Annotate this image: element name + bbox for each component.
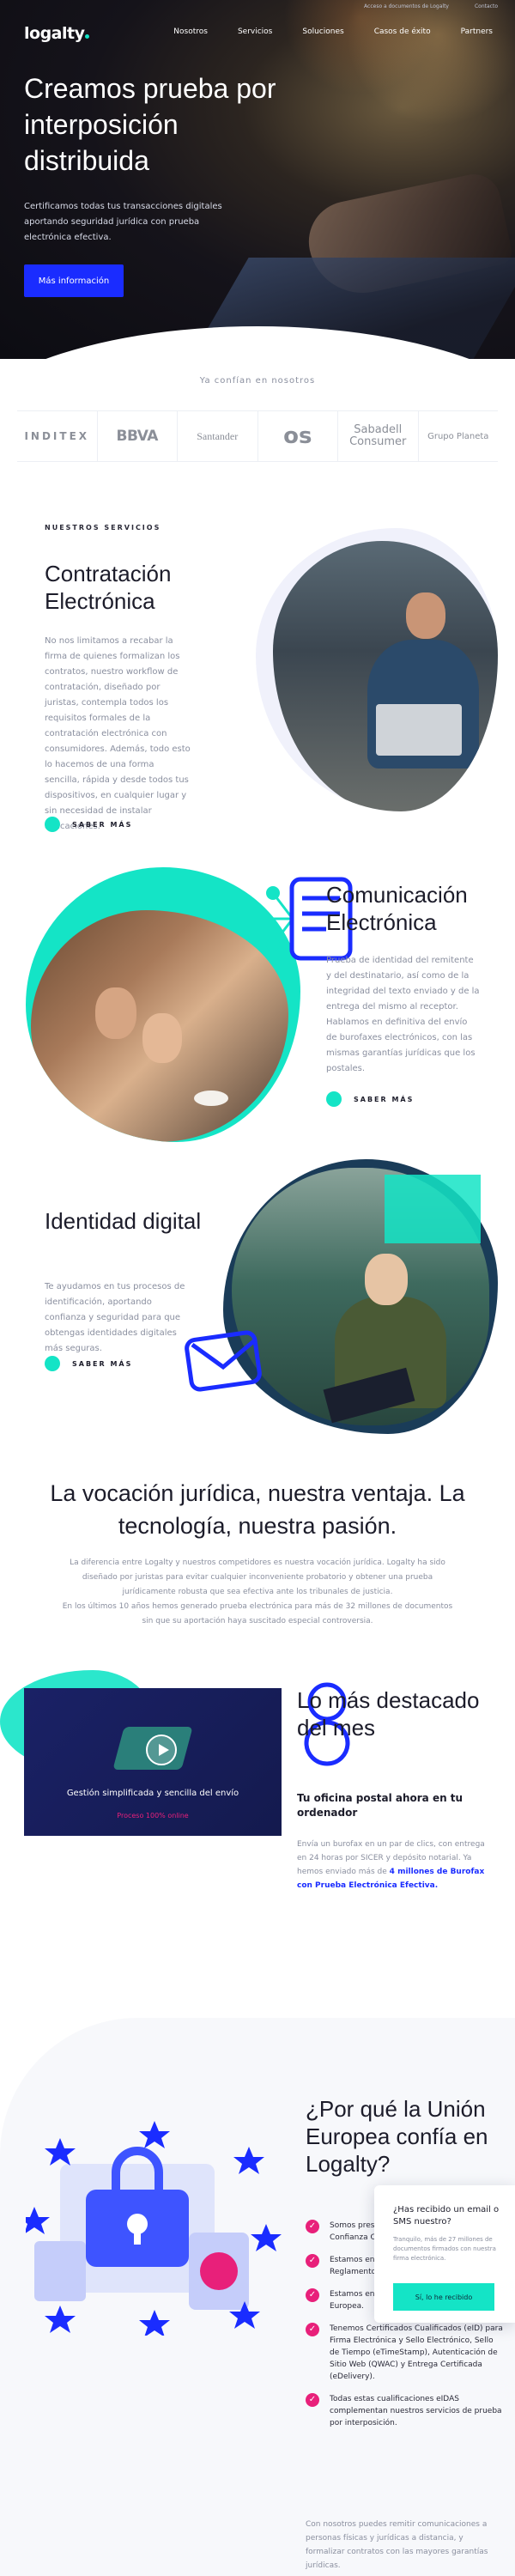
man-face — [95, 987, 136, 1039]
logalty-logo[interactable]: logalty — [24, 24, 90, 43]
featured-title: Lo más destacado del mes — [297, 1687, 480, 1741]
service-text-communication: Prueba de identidad del remitente y del … — [326, 956, 480, 1073]
nav-item-partners[interactable]: Partners — [461, 27, 493, 36]
eu-text: Con nosotros puedes remitir comunicacion… — [306, 2520, 488, 2570]
eu-security-illustration — [26, 2121, 282, 2336]
nav-item-nosotros[interactable]: Nosotros — [173, 27, 208, 36]
teal-square-decoration — [385, 1175, 481, 1243]
communication-photo — [31, 910, 288, 1142]
eu-check-text: Todas estas cualificaciones eIDAS comple… — [330, 2395, 502, 2427]
logo-santander: Santander — [178, 411, 258, 461]
more-info-button[interactable]: Más información — [24, 264, 124, 297]
check-icon: ✓ — [306, 2254, 319, 2268]
check-icon: ✓ — [306, 2393, 319, 2407]
featured-subtitle: Tu oficina postal ahora en tu ordenador — [297, 1792, 464, 1819]
hero-subtitle: Certificamos todas tus transacciones dig… — [24, 202, 222, 242]
logo-planeta: Grupo Planeta — [427, 431, 489, 441]
envelope-icon — [185, 1330, 262, 1392]
services-kicker: NUESTROS SERVICIOS — [45, 524, 161, 532]
topbar-documents-link[interactable]: Acceso a documentos de Logalty — [364, 3, 449, 9]
vocation-text-1: La diferencia entre Logalty y nuestros c… — [70, 1558, 445, 1596]
logo-inditex: INDITEX — [17, 411, 98, 461]
laptop-image — [376, 704, 462, 756]
eu-check-item: ✓ Todas estas cualificaciones eIDAS compl… — [306, 2393, 503, 2429]
vocation-title: La vocación jurídica, nuestra ventaja. L… — [50, 1480, 465, 1539]
service-more-communication[interactable]: SABER MÁS — [326, 1091, 414, 1107]
nav-item-soluciones[interactable]: Soluciones — [302, 27, 343, 36]
service-more-contract[interactable]: SABER MÁS — [45, 817, 132, 832]
nav-item-servicios[interactable]: Servicios — [238, 27, 272, 36]
service-more-label: SABER MÁS — [72, 1359, 133, 1368]
eu-title: ¿Por qué la Unión Europea confía en Loga… — [306, 2096, 488, 2177]
contract-image-blob — [256, 528, 498, 811]
man-head — [406, 592, 445, 639]
hero-section: Acceso a documentos de Logalty Contacto … — [0, 0, 515, 359]
service-more-identity[interactable]: SABER MÁS — [45, 1356, 132, 1371]
service-title-communication: Comunicación Electrónica — [326, 882, 468, 935]
popup-received-button[interactable]: Sí, lo he recibido — [393, 2283, 494, 2311]
trust-title: Ya confían en nosotros — [199, 376, 316, 386]
topbar-contact-link[interactable]: Contacto — [475, 3, 498, 9]
video-caption: Gestión simplificada y sencilla del enví… — [66, 1789, 239, 1798]
check-icon: ✓ — [306, 2323, 319, 2336]
logo-dot — [85, 34, 90, 39]
service-title-contract: Contratación Electrónica — [45, 561, 172, 614]
eu-check-text: Tenemos Certificados Cualificados (eID) … — [330, 2324, 503, 2381]
logo-os: os — [258, 411, 338, 461]
more-dot-icon — [326, 1091, 342, 1107]
service-more-label: SABER MÁS — [354, 1095, 415, 1103]
vocation-text-2: En los últimos 10 años hemos generado pr… — [62, 1602, 453, 1625]
play-icon[interactable] — [146, 1735, 177, 1765]
check-icon: ✓ — [306, 2288, 319, 2302]
check-icon: ✓ — [306, 2220, 319, 2233]
popup-text: Tranquilo, más de 27 millones de documen… — [393, 2236, 496, 2262]
logo-text: logalty — [24, 24, 85, 43]
hero-title: Creamos prueba por interposición distrib… — [24, 73, 276, 176]
service-more-label: SABER MÁS — [72, 820, 133, 829]
video-player[interactable]: Gestión simplificada y sencilla del enví… — [24, 1688, 282, 1836]
received-email-popup: ¿Has recibido un email o SMS nuestro? Tr… — [374, 2185, 515, 2323]
logo-bbva: BBVA — [98, 411, 178, 461]
video-tag: Proceso 100% online — [117, 1812, 189, 1820]
top-bar: Acceso a documentos de Logalty Contacto — [364, 3, 498, 9]
main-nav: Nosotros Servicios Soluciones Casos de é… — [173, 27, 493, 36]
eu-check-item: ✓ Tenemos Certificados Cualificados (eID)… — [306, 2323, 503, 2383]
client-logos: INDITEX BBVA Santander os Sabadell Consu… — [17, 410, 498, 462]
logo-sabadell: Sabadell Consumer — [338, 411, 419, 461]
popup-title: ¿Has recibido un email o SMS nuestro? — [393, 2205, 500, 2227]
featured-text: Envía un burofax en un par de clics, con… — [297, 1838, 494, 1893]
service-text-contract: No nos limitamos a recabar la firma de q… — [45, 636, 191, 831]
service-title-identity: Identidad digital — [45, 1208, 202, 1234]
contract-photo — [273, 541, 498, 811]
vocation-text: La diferencia entre Logalty y nuestros c… — [60, 1556, 455, 1629]
man-face — [365, 1254, 408, 1305]
service-text-identity: Te ayudamos en tus procesos de identific… — [45, 1282, 185, 1353]
nav-item-casos[interactable]: Casos de éxito — [374, 27, 431, 36]
coffee-cup — [194, 1091, 228, 1106]
more-dot-icon — [45, 1356, 60, 1371]
woman-face — [142, 1013, 182, 1063]
more-dot-icon — [45, 817, 60, 832]
